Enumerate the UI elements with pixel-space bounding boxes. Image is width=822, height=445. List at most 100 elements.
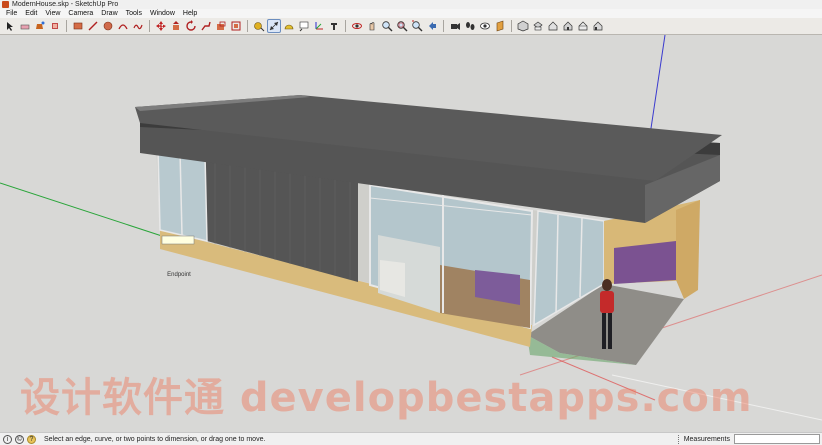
walk-icon <box>466 22 475 30</box>
measurements-input[interactable] <box>734 434 820 444</box>
menu-tools[interactable]: Tools <box>122 9 146 18</box>
toolbar-separator <box>443 20 444 32</box>
position-camera-tool-button[interactable] <box>448 19 462 33</box>
inference-tooltip: Endpoint <box>167 272 191 278</box>
measurements-label: Measurements <box>683 435 730 443</box>
freehand-tool-button[interactable] <box>131 19 145 33</box>
top-view-icon <box>533 21 543 31</box>
right-view-icon <box>563 21 573 31</box>
measurements-resize-handle[interactable] <box>677 434 681 444</box>
menu-camera[interactable]: Camera <box>64 9 97 18</box>
user-icon[interactable]: ? <box>27 434 36 444</box>
look-around-tool-button[interactable] <box>478 19 492 33</box>
title-bar: ModernHouse.skp - SketchUp Pro <box>0 0 822 9</box>
large-toolset-toolbar <box>0 18 822 35</box>
toolbar-group <box>71 19 145 33</box>
make-component-icon <box>52 23 58 29</box>
menu-window[interactable]: Window <box>146 9 179 18</box>
paint-bucket-tool-button[interactable] <box>33 19 47 33</box>
zoom-extents-tool-button[interactable] <box>410 19 424 33</box>
axes-icon <box>315 22 323 30</box>
arc-icon <box>118 24 128 30</box>
follow-me-tool-button[interactable] <box>199 19 213 33</box>
menu-view[interactable]: View <box>41 9 64 18</box>
rotate-icon <box>186 20 196 31</box>
look-around-icon <box>480 22 490 30</box>
section-plane-tool-button[interactable] <box>493 19 507 33</box>
credits-icon[interactable]: © <box>15 434 24 444</box>
porch-bench <box>614 241 676 284</box>
menu-file[interactable]: File <box>2 9 21 18</box>
push-pull-icon <box>173 21 179 30</box>
zoom-window-tool-button[interactable] <box>395 19 409 33</box>
front-view-icon <box>548 21 558 31</box>
tape-measure-icon <box>254 22 265 32</box>
toolbar-group <box>3 19 62 33</box>
menu-edit[interactable]: Edit <box>21 9 41 18</box>
eraser-tool-button[interactable] <box>18 19 32 33</box>
toolbar-separator <box>247 20 248 32</box>
arc-tool-button[interactable] <box>116 19 130 33</box>
toolbar-separator <box>511 20 512 32</box>
dimension-icon <box>269 21 279 31</box>
section-plane-icon <box>496 20 504 32</box>
iso-view-tool-button[interactable] <box>516 19 530 33</box>
menu-help[interactable]: Help <box>179 9 201 18</box>
paint-bucket-icon <box>36 21 45 29</box>
back-view-tool-button[interactable] <box>576 19 590 33</box>
text-tool-button[interactable] <box>297 19 311 33</box>
window-title: ModernHouse.skp - SketchUp Pro <box>12 1 119 8</box>
dimension-tool-button[interactable] <box>267 19 281 33</box>
offset-tool-button[interactable] <box>229 19 243 33</box>
orbit-icon <box>352 23 362 29</box>
model-viewport[interactable]: Endpoint 设计软件通 developbestapps.com <box>0 35 822 432</box>
line-tool-button[interactable] <box>86 19 100 33</box>
zoom-tool-button[interactable] <box>380 19 394 33</box>
3d-text-icon <box>331 23 337 30</box>
tape-measure-tool-button[interactable] <box>252 19 266 33</box>
push-pull-tool-button[interactable] <box>169 19 183 33</box>
rectangle-icon <box>73 22 83 30</box>
previous-view-icon <box>429 22 436 30</box>
sketchup-app-icon <box>2 1 9 8</box>
protractor-tool-button[interactable] <box>282 19 296 33</box>
right-view-tool-button[interactable] <box>561 19 575 33</box>
scale-tool-button[interactable] <box>214 19 228 33</box>
toolbar-group <box>154 19 243 33</box>
select-icon <box>7 22 13 31</box>
freehand-icon <box>133 24 143 30</box>
rotate-tool-button[interactable] <box>184 19 198 33</box>
walk-tool-button[interactable] <box>463 19 477 33</box>
menu-draw[interactable]: Draw <box>97 9 121 18</box>
eraser-icon <box>20 24 30 30</box>
circle-tool-button[interactable] <box>101 19 115 33</box>
circle-icon <box>103 21 113 31</box>
pan-icon <box>369 22 375 31</box>
move-tool-button[interactable] <box>154 19 168 33</box>
green-axis <box>0 182 169 239</box>
line-icon <box>88 21 98 31</box>
previous-view-tool-button[interactable] <box>425 19 439 33</box>
protractor-icon <box>284 24 294 30</box>
toolbar-group <box>516 19 605 33</box>
toolbar-separator <box>149 20 150 32</box>
toolbar-separator <box>66 20 67 32</box>
orbit-tool-button[interactable] <box>350 19 364 33</box>
3d-text-tool-button[interactable] <box>327 19 341 33</box>
left-view-icon <box>593 21 603 31</box>
back-view-icon <box>578 21 588 31</box>
menu-bar: File Edit View Camera Draw Tools Window … <box>0 9 822 18</box>
pan-tool-button[interactable] <box>365 19 379 33</box>
scale-icon <box>217 21 226 30</box>
select-tool-button[interactable] <box>3 19 17 33</box>
top-view-tool-button[interactable] <box>531 19 545 33</box>
make-component-tool-button[interactable] <box>48 19 62 33</box>
position-camera-icon <box>451 23 460 30</box>
axes-tool-button[interactable] <box>312 19 326 33</box>
geo-location-icon[interactable]: i <box>3 434 12 444</box>
left-view-tool-button[interactable] <box>591 19 605 33</box>
front-view-tool-button[interactable] <box>546 19 560 33</box>
rectangle-tool-button[interactable] <box>71 19 85 33</box>
zoom-icon <box>382 21 393 32</box>
move-icon <box>156 21 166 31</box>
